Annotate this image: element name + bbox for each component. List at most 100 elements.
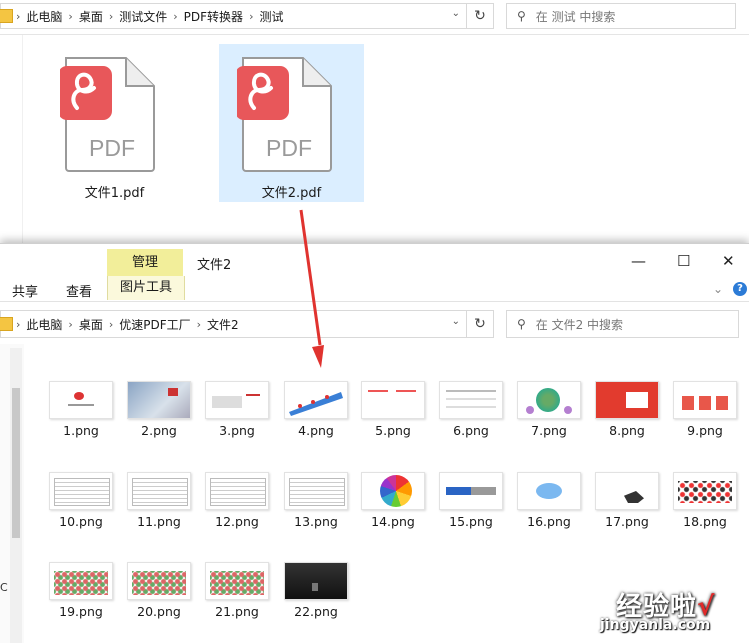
thumbnail-image	[517, 381, 581, 419]
tab-manage[interactable]: 管理	[107, 249, 183, 276]
pdf-file-icon: PDF	[237, 57, 332, 172]
thumbnail-item[interactable]: 20.png	[127, 562, 191, 642]
chevron-right-icon: ›	[16, 317, 21, 331]
breadcrumb-this-pc[interactable]: 此电脑	[26, 316, 62, 333]
thumbnail-label: 9.png	[687, 423, 723, 438]
minimize-button[interactable]: —	[631, 252, 646, 270]
thumbnail-item[interactable]: 12.png	[205, 472, 269, 552]
top-nav-pane	[0, 35, 23, 245]
maximize-button[interactable]: ☐	[677, 252, 690, 270]
thumbnail-item[interactable]: 6.png	[439, 381, 503, 461]
thumbnail-label: 3.png	[219, 423, 255, 438]
thumbnail-item[interactable]: 10.png	[49, 472, 113, 552]
thumbnail-image	[284, 381, 348, 419]
thumbnail-item[interactable]: 11.png	[127, 472, 191, 552]
breadcrumb-test[interactable]: 测试	[259, 8, 283, 25]
search-icon: ⚲	[517, 9, 526, 23]
thumbnail-image	[673, 472, 737, 510]
thumbnail-image	[205, 472, 269, 510]
watermark-url: jingyanla.com	[600, 617, 711, 633]
thumbnail-label: 22.png	[294, 604, 338, 619]
breadcrumb-pdf-converter[interactable]: PDF转换器	[184, 8, 243, 25]
thumbnail-label: 15.png	[449, 514, 493, 529]
folder-icon	[0, 317, 13, 331]
thumbnail-label: 4.png	[298, 423, 334, 438]
chevron-right-icon: ›	[108, 9, 114, 23]
thumbnail-item[interactable]: 19.png	[49, 562, 113, 642]
thumbnail-image	[49, 562, 113, 600]
thumbnail-image	[361, 381, 425, 419]
top-address-bar[interactable]: › 此电脑 › 桌面 › 测试文件 › PDF转换器 › 测试 ⌄	[0, 3, 467, 29]
folder-icon	[0, 9, 13, 23]
scrollbar-thumb[interactable]	[12, 388, 20, 538]
thumbnail-item[interactable]: 7.png	[517, 381, 581, 461]
ribbon-divider	[0, 301, 749, 302]
thumbnail-item[interactable]: 18.png	[673, 472, 737, 552]
breadcrumb-desktop[interactable]: 桌面	[79, 8, 103, 25]
thumbnail-item[interactable]: 3.png	[205, 381, 269, 461]
pdf-file-icon: PDF	[60, 57, 155, 172]
breadcrumb-this-pc[interactable]: 此电脑	[26, 8, 62, 25]
thumbnail-item[interactable]: 5.png	[361, 381, 425, 461]
ribbon-expand-icon[interactable]: ⌄	[713, 282, 723, 296]
search-placeholder: 在 文件2 中搜索	[535, 317, 624, 332]
thumbnail-item[interactable]: 9.png	[673, 381, 737, 461]
thumbnail-item[interactable]: 13.png	[284, 472, 348, 552]
svg-text:PDF: PDF	[89, 135, 135, 161]
thumbnail-image	[595, 381, 659, 419]
chevron-right-icon: ›	[173, 9, 178, 23]
tab-picture-tools[interactable]: 图片工具	[107, 276, 185, 300]
thumbnail-item[interactable]: 14.png	[361, 472, 425, 552]
thumbnail-item[interactable]: 16.png	[517, 472, 581, 552]
chevron-down-icon[interactable]: ⌄	[452, 316, 460, 327]
breadcrumb-desktop[interactable]: 桌面	[79, 316, 103, 333]
nav-scrollbar[interactable]	[10, 348, 22, 643]
file-name: 文件2.pdf	[261, 186, 322, 201]
thumbnail-item[interactable]: 22.png	[284, 562, 348, 642]
thumbnail-image	[595, 472, 659, 510]
nav-pane-label: C	[0, 581, 8, 594]
tab-view[interactable]: 查看	[66, 281, 92, 300]
thumbnail-item[interactable]: 8.png	[595, 381, 659, 461]
tab-share[interactable]: 共享	[12, 281, 38, 300]
thumbnail-label: 13.png	[294, 514, 338, 529]
thumbnail-item[interactable]: 21.png	[205, 562, 269, 642]
chevron-down-icon[interactable]: ⌄	[452, 8, 460, 19]
thumbnail-label: 16.png	[527, 514, 571, 529]
thumbnail-label: 21.png	[215, 604, 259, 619]
thumbnail-label: 6.png	[453, 423, 489, 438]
thumbnail-label: 20.png	[137, 604, 181, 619]
top-search-input[interactable]: ⚲ 在 测试 中搜索	[506, 3, 736, 29]
breadcrumb-pdf-factory[interactable]: 优速PDF工厂	[119, 316, 190, 333]
bottom-search-input[interactable]: ⚲ 在 文件2 中搜索	[506, 310, 739, 338]
refresh-button[interactable]: ↻	[466, 3, 494, 29]
help-icon[interactable]: ?	[733, 282, 747, 296]
search-placeholder: 在 测试 中搜索	[535, 9, 616, 24]
file-item-1[interactable]: PDF 文件1.pdf	[42, 44, 187, 202]
chevron-right-icon: ›	[16, 9, 21, 23]
thumbnail-item[interactable]: 17.png	[595, 472, 659, 552]
thumbnail-item[interactable]: 1.png	[49, 381, 113, 461]
thumbnail-label: 17.png	[605, 514, 649, 529]
thumbnail-label: 12.png	[215, 514, 259, 529]
breadcrumb-file2[interactable]: 文件2	[207, 316, 239, 333]
thumbnail-image	[127, 381, 191, 419]
thumbnail-item[interactable]: 4.png	[284, 381, 348, 461]
file-item-2[interactable]: PDF 文件2.pdf	[219, 44, 364, 202]
thumbnail-label: 10.png	[59, 514, 103, 529]
bottom-explorer-window: 管理 文件2 — ☐ ✕ 共享 查看 图片工具 ⌄ ? › 此电脑 › 桌面 ›…	[0, 243, 749, 643]
breadcrumb-test-files[interactable]: 测试文件	[119, 8, 167, 25]
bottom-address-bar[interactable]: › 此电脑 › 桌面 › 优速PDF工厂 › 文件2 ⌄	[0, 310, 467, 338]
thumbnail-label: 14.png	[371, 514, 415, 529]
refresh-button[interactable]: ↻	[466, 310, 494, 338]
chevron-right-icon: ›	[249, 9, 254, 23]
thumbnail-image	[517, 472, 581, 510]
thumbnail-label: 1.png	[63, 423, 99, 438]
chevron-right-icon: ›	[68, 317, 73, 331]
thumbnail-item[interactable]: 2.png	[127, 381, 191, 461]
thumbnail-label: 11.png	[137, 514, 181, 529]
thumbnail-item[interactable]: 15.png	[439, 472, 503, 552]
thumbnail-image	[127, 562, 191, 600]
close-button[interactable]: ✕	[722, 252, 735, 270]
thumbnail-label: 7.png	[531, 423, 567, 438]
